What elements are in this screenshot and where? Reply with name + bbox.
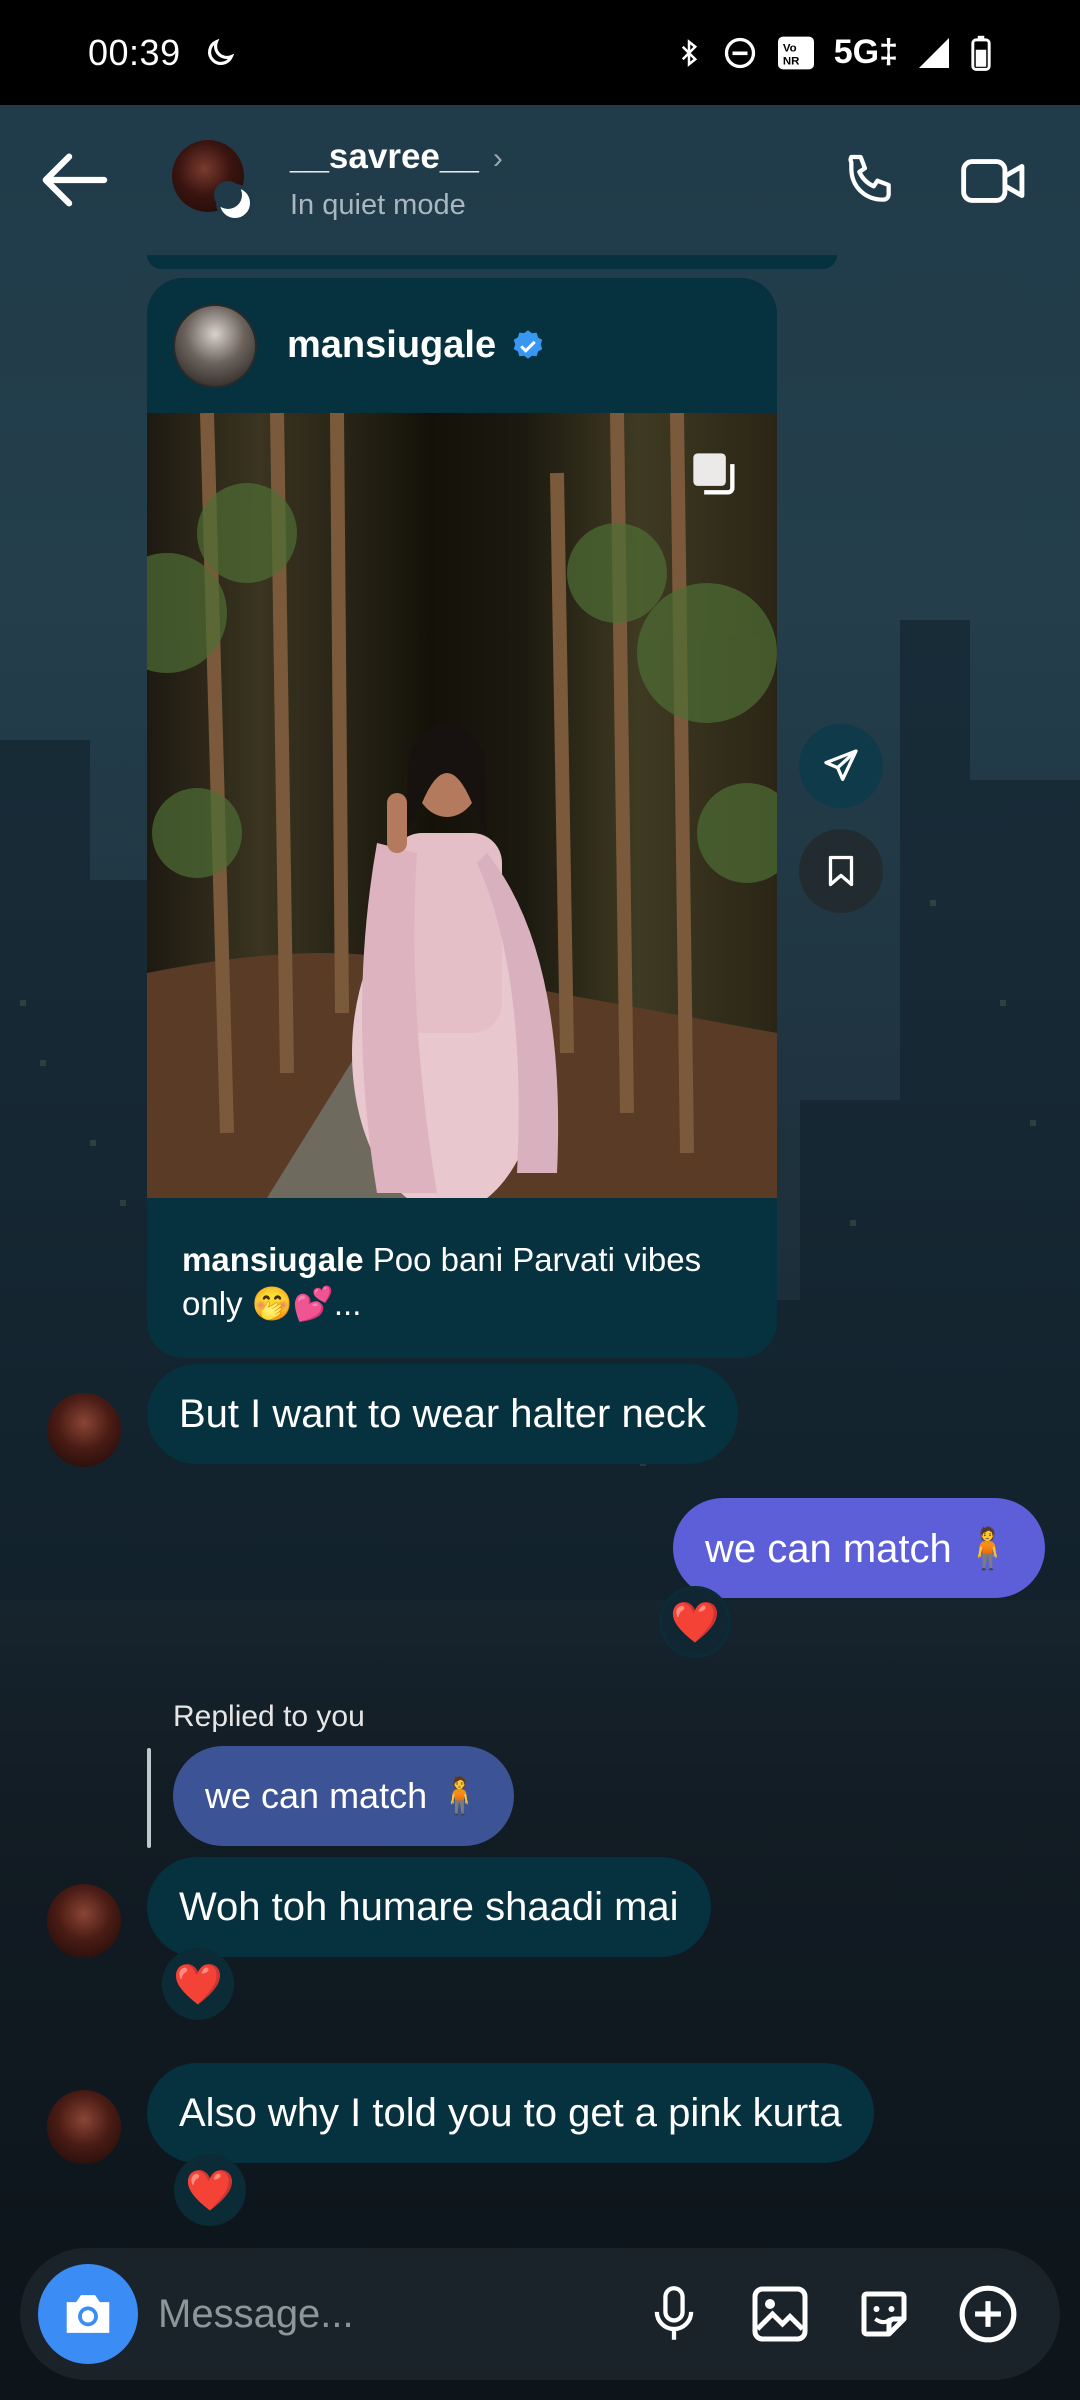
sender-avatar[interactable] xyxy=(47,1884,121,1958)
heart-reaction[interactable]: ❤️ xyxy=(162,1948,234,2020)
phone-call-icon[interactable] xyxy=(838,149,902,213)
heart-reaction[interactable]: ❤️ xyxy=(174,2154,246,2226)
chevron-right-icon: › xyxy=(492,142,503,175)
carousel-icon xyxy=(693,453,735,495)
post-author-avatar[interactable] xyxy=(173,303,257,388)
clock: 00:39 xyxy=(88,31,181,73)
incoming-message[interactable]: Also why I told you to get a pink kurta xyxy=(147,2063,874,2163)
post-image-scene xyxy=(147,413,777,1198)
sender-avatar[interactable] xyxy=(47,1393,121,1467)
incoming-message[interactable]: But I want to wear halter neck xyxy=(147,1364,738,1464)
outgoing-message[interactable]: we can match 🧍 xyxy=(673,1498,1045,1598)
message-input[interactable] xyxy=(158,2278,638,2350)
camera-button[interactable] xyxy=(38,2264,138,2364)
quoted-reply-message[interactable]: we can match 🧍 xyxy=(173,1746,514,1846)
chat-header: __savree__ › In quiet mode xyxy=(0,105,1080,255)
message-composer xyxy=(20,2248,1060,2380)
gallery-button[interactable] xyxy=(742,2276,818,2352)
post-caption: mansiugale Poo bani Parvati vibes only 🤭… xyxy=(182,1241,702,1322)
signal-icon xyxy=(919,37,949,68)
bookmark-icon xyxy=(828,855,854,887)
incoming-message[interactable]: Woh toh humare shaadi mai xyxy=(147,1857,711,1957)
save-post-button[interactable] xyxy=(799,829,883,913)
peer-name[interactable]: __savree__ › xyxy=(290,137,503,177)
sticker-button[interactable] xyxy=(846,2276,922,2352)
sticker-icon xyxy=(861,2291,907,2337)
shared-post-header[interactable]: mansiugale xyxy=(147,278,777,413)
back-arrow-icon[interactable] xyxy=(38,150,108,210)
status-bar: 00:39 Vo NR 5G‡ xyxy=(0,0,1080,105)
bluetooth-icon xyxy=(681,38,697,67)
share-post-button[interactable] xyxy=(799,724,883,808)
video-call-icon[interactable] xyxy=(960,151,1028,211)
voice-message-button[interactable] xyxy=(636,2276,712,2352)
heart-reaction[interactable]: ❤️ xyxy=(659,1586,731,1658)
shared-post-card[interactable]: mansiugale mansiugale Poo bani Parvati v… xyxy=(147,278,777,1358)
moon-icon xyxy=(207,38,234,65)
svg-text:Vo: Vo xyxy=(783,42,797,54)
reply-indicator xyxy=(147,1748,151,1848)
plus-circle-icon xyxy=(959,2285,1017,2343)
image-icon xyxy=(752,2286,808,2342)
peer-avatar[interactable] xyxy=(172,140,254,222)
dnd-icon xyxy=(724,37,755,68)
quiet-mode-moon-icon xyxy=(214,181,254,222)
network-type: 5G‡ xyxy=(833,33,898,71)
more-actions-button[interactable] xyxy=(950,2276,1026,2352)
volte-icon: VoNR xyxy=(777,36,814,69)
post-image[interactable] xyxy=(147,413,777,1198)
verified-badge-icon xyxy=(513,329,543,359)
send-icon xyxy=(824,749,858,781)
post-author-username[interactable]: mansiugale xyxy=(287,324,496,367)
previous-message-edge xyxy=(147,255,837,269)
microphone-icon xyxy=(654,2286,694,2340)
peer-status: In quiet mode xyxy=(290,189,466,221)
sender-avatar[interactable] xyxy=(47,2090,121,2164)
replied-label: Replied to you xyxy=(173,1700,365,1733)
battery-icon xyxy=(971,35,991,71)
svg-text:NR: NR xyxy=(783,55,800,67)
camera-icon xyxy=(66,2295,110,2333)
